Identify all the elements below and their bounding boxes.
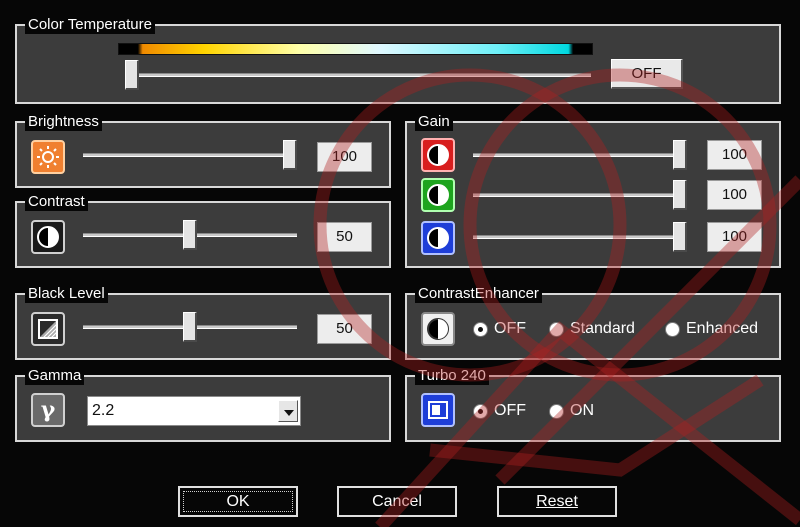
color-temperature-off-button[interactable]: OFF <box>611 59 683 89</box>
blue-gain-value[interactable]: 100 <box>707 222 762 252</box>
radio-label: Enhanced <box>686 320 759 337</box>
green-gain-value[interactable]: 100 <box>707 180 762 210</box>
radio-dot <box>473 403 488 419</box>
turbo-on-radio[interactable]: ON <box>549 402 594 420</box>
radio-dot <box>473 321 488 337</box>
contrast-thumb[interactable] <box>183 220 197 250</box>
gain-group: Gain 100 100 100 <box>405 113 781 268</box>
gamma-legend: Gamma <box>25 367 85 385</box>
black-level-slider[interactable] <box>83 312 297 342</box>
black-level-value[interactable]: 50 <box>317 314 372 344</box>
red-gain-thumb[interactable] <box>673 140 687 170</box>
color-temperature-thumb[interactable] <box>125 60 139 90</box>
green-gain-slider[interactable] <box>473 180 687 210</box>
blue-gain-track <box>473 235 687 239</box>
turbo-legend: Turbo 240 <box>415 367 489 385</box>
blue-gain-slider[interactable] <box>473 222 687 252</box>
contrast-group: Contrast 50 <box>15 193 391 268</box>
brightness-group: Brightness 100 <box>15 113 391 188</box>
brightness-thumb[interactable] <box>283 140 297 170</box>
red-gain-icon <box>421 138 455 172</box>
radio-label: Standard <box>570 320 635 337</box>
radio-dot <box>549 321 564 337</box>
black-level-group: Black Level 50 <box>15 285 391 360</box>
blue-gain-thumb[interactable] <box>673 222 687 252</box>
gamma-group: Gamma γ 2.2 <box>15 367 391 442</box>
gamma-select[interactable]: 2.2 <box>87 396 301 426</box>
contrast-enhancer-group: ContrastEnhancer OFF Standard Enhanced <box>405 285 781 360</box>
ok-button[interactable]: OK <box>178 486 298 517</box>
black-level-thumb[interactable] <box>183 312 197 342</box>
red-gain-value[interactable]: 100 <box>707 140 762 170</box>
contrast-enhancer-legend: ContrastEnhancer <box>415 285 542 303</box>
red-gain-track <box>473 153 687 157</box>
radio-dot <box>665 321 680 337</box>
color-temperature-track <box>125 73 591 77</box>
black-level-icon <box>31 312 65 346</box>
brightness-track <box>83 153 297 157</box>
black-level-legend: Black Level <box>25 285 108 303</box>
reset-button-label: Reset <box>536 493 578 510</box>
gamma-icon: γ <box>31 393 65 427</box>
chevron-down-icon[interactable] <box>278 400 298 422</box>
brightness-legend: Brightness <box>25 113 102 131</box>
contrast-slider[interactable] <box>83 220 297 250</box>
green-gain-thumb[interactable] <box>673 180 687 210</box>
color-temperature-group: Color Temperature OFF <box>15 16 781 104</box>
radio-label: OFF <box>494 320 526 337</box>
focus-ring <box>183 491 293 512</box>
color-temperature-gradient <box>118 43 593 55</box>
brightness-value[interactable]: 100 <box>317 142 372 172</box>
contrast-icon <box>31 220 65 254</box>
cancel-button[interactable]: Cancel <box>337 486 457 517</box>
contrast-enhancer-standard-radio[interactable]: Standard <box>549 320 635 338</box>
turbo-off-radio[interactable]: OFF <box>473 402 526 420</box>
gamma-select-value: 2.2 <box>92 402 115 419</box>
radio-dot <box>549 403 564 419</box>
blue-gain-icon <box>421 221 455 255</box>
contrast-enhancer-icon <box>421 312 455 346</box>
color-temperature-slider[interactable] <box>125 60 591 90</box>
radio-label: OFF <box>494 402 526 419</box>
sun-icon <box>31 140 65 174</box>
contrast-legend: Contrast <box>25 193 88 211</box>
turbo-icon <box>421 393 455 427</box>
brightness-slider[interactable] <box>83 140 297 170</box>
red-gain-slider[interactable] <box>473 140 687 170</box>
cancel-button-label: Cancel <box>372 493 422 510</box>
reset-button[interactable]: Reset <box>497 486 617 517</box>
radio-label: ON <box>570 402 594 419</box>
green-gain-track <box>473 193 687 197</box>
contrast-enhancer-off-radio[interactable]: OFF <box>473 320 526 338</box>
gain-legend: Gain <box>415 113 453 131</box>
turbo-group: Turbo 240 OFF ON <box>405 367 781 442</box>
green-gain-icon <box>421 178 455 212</box>
contrast-value[interactable]: 50 <box>317 222 372 252</box>
color-temperature-legend: Color Temperature <box>25 16 155 34</box>
contrast-enhancer-enhanced-radio[interactable]: Enhanced <box>665 320 758 338</box>
